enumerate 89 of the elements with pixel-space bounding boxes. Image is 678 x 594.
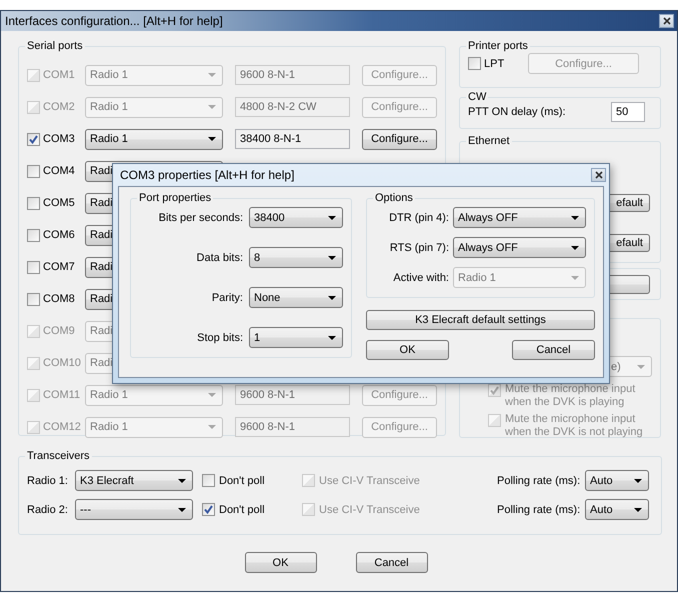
group-title: Printer ports [467, 40, 529, 52]
property-dropdown[interactable]: None [249, 287, 343, 308]
caret-icon [328, 296, 336, 300]
port-label: COM6 [43, 229, 76, 241]
close-button[interactable] [659, 14, 674, 28]
polling-dropdown[interactable]: Auto [585, 470, 649, 491]
port-label: COM8 [43, 293, 76, 305]
polling-rate-label: Polling rate (ms): [497, 474, 582, 486]
dialog-title: COM3 properties [Alt+H for help] [120, 168, 294, 182]
property-dropdown[interactable]: 8 [249, 247, 343, 268]
mute-option-label: Mute the microphone input when the DVK is not playing [505, 413, 644, 439]
dialog-button[interactable]: Cancel [512, 340, 595, 360]
checkbox[interactable] [202, 474, 215, 487]
port-label: COM12 [43, 421, 82, 433]
civ-label: Use CI-V Transceive [319, 474, 421, 486]
caret-icon [328, 336, 336, 340]
group-title: Ethernet [467, 135, 511, 147]
civ-label: Use CI-V Transceive [319, 504, 421, 516]
property-dropdown[interactable]: 1 [249, 327, 343, 348]
port-label: COM3 [43, 133, 76, 145]
settings-field[interactable]: 38400 8-N-1 [235, 129, 350, 149]
preset-button[interactable]: K3 Elecraft default settings [366, 310, 595, 330]
radio-dropdown[interactable]: --- [75, 499, 193, 520]
port-label: COM10 [43, 357, 82, 369]
polling-rate-label: Polling rate (ms): [497, 504, 582, 516]
radio-label: Radio 1: [27, 474, 69, 486]
caret-icon [178, 478, 186, 482]
close-icon [662, 17, 670, 25]
group-title: Serial ports [26, 40, 84, 52]
option-dropdown[interactable]: Always OFF [453, 207, 586, 228]
checkbox[interactable] [468, 57, 481, 70]
caret-icon [328, 216, 336, 220]
dialog-button[interactable]: OK [366, 340, 449, 360]
field-label: Active with: [392, 272, 449, 284]
lpt-label: LPT [484, 58, 506, 70]
caret-icon [328, 256, 336, 260]
port-label: COM7 [43, 261, 76, 273]
caret-icon [208, 137, 216, 141]
caret-icon [208, 73, 216, 77]
port-label: COM5 [43, 197, 76, 209]
caret-icon [208, 425, 216, 429]
dont-poll-label: Don't poll [219, 504, 266, 516]
field-label: Data bits: [196, 252, 243, 264]
checkbox[interactable] [27, 260, 40, 274]
port-label: COM1 [43, 69, 76, 81]
caret-icon [571, 216, 579, 220]
caret-icon [571, 246, 579, 250]
port-label: COM4 [43, 165, 76, 177]
radio-dropdown[interactable]: Radio 1 [85, 128, 223, 150]
field-label: DTR (pin 4): [388, 212, 449, 224]
caret-icon [208, 393, 216, 397]
close-button[interactable] [591, 168, 606, 182]
field-label: Stop bits: [196, 332, 243, 344]
caret-icon [634, 508, 642, 512]
dont-poll-label: Don't poll [219, 474, 266, 486]
port-label: COM2 [43, 101, 76, 113]
port-label: COM11 [43, 389, 82, 401]
group-title: CW [467, 91, 488, 103]
checkbox[interactable] [27, 164, 40, 178]
caret-icon [571, 276, 579, 280]
checkbox[interactable] [27, 132, 40, 146]
caret-icon [208, 105, 216, 109]
configure-button[interactable]: Configure... [362, 128, 437, 150]
radio-label: Radio 2: [27, 504, 69, 516]
checkbox[interactable] [27, 228, 40, 242]
field-label: Parity: [210, 292, 243, 304]
caret-icon [637, 364, 645, 368]
checkbox[interactable] [202, 503, 215, 516]
group-title: Options [374, 192, 414, 204]
dialog-button[interactable]: Cancel [356, 552, 428, 573]
close-icon [594, 171, 602, 179]
caret-icon [634, 478, 642, 482]
option-dropdown[interactable]: Always OFF [453, 237, 586, 258]
ptt-delay-field[interactable]: 50 [611, 102, 645, 122]
group-title: Port properties [138, 192, 212, 204]
dialog-button[interactable]: OK [244, 552, 316, 573]
checkbox[interactable] [27, 292, 40, 306]
mute-option-label: Mute the microphone input when the DVK is playing [505, 383, 636, 409]
property-dropdown[interactable]: 38400 [249, 207, 343, 228]
field-label: Bits per seconds: [158, 212, 243, 224]
port-label: COM9 [43, 325, 76, 337]
caret-icon [178, 508, 186, 512]
window-title: Interfaces configuration... [Alt+H for help] [5, 14, 223, 28]
checkbox[interactable] [27, 196, 40, 210]
field-label: RTS (pin 7): [388, 242, 449, 254]
radio-dropdown[interactable]: K3 Elecraft [75, 470, 193, 491]
ptt-delay-label: PTT ON delay (ms): [468, 106, 566, 118]
polling-dropdown[interactable]: Auto [585, 499, 649, 520]
group-title: Transceivers [26, 450, 91, 462]
